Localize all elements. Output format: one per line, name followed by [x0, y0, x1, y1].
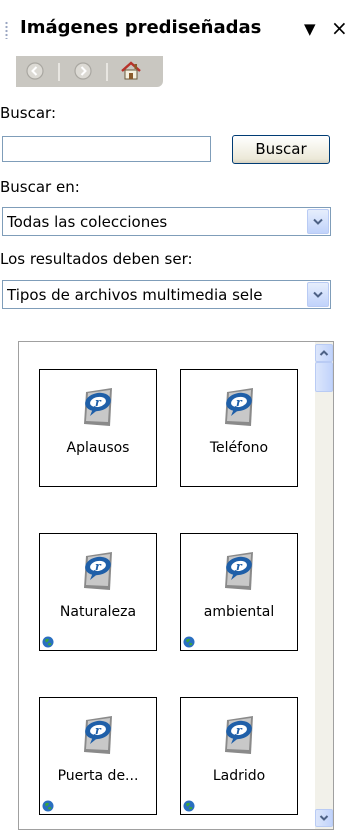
- result-item-telefono[interactable]: r Teléfono: [180, 369, 298, 487]
- home-button[interactable]: [120, 60, 142, 82]
- back-arrow-icon: [26, 62, 44, 80]
- result-item-ladrido[interactable]: r Ladrido: [180, 697, 298, 815]
- results-scrollbar[interactable]: [315, 342, 333, 829]
- results-type-dropdown[interactable]: Tipos de archivos multimedia sele: [2, 280, 331, 309]
- search-in-selected: Todas las colecciones: [7, 213, 168, 231]
- result-item-label: Naturaleza: [59, 604, 137, 620]
- results-type-dropdown-button[interactable]: [307, 282, 329, 307]
- realmedia-clip-icon: r: [225, 716, 253, 754]
- back-button[interactable]: [24, 60, 46, 82]
- forward-arrow-icon: [74, 62, 92, 80]
- results-type-label: Los resultados deben ser:: [0, 250, 193, 268]
- globe-icon: [183, 636, 195, 648]
- scroll-thumb[interactable]: [315, 362, 333, 392]
- globe-icon: [183, 800, 195, 812]
- search-input[interactable]: [2, 136, 211, 162]
- result-item-puerta[interactable]: r Puerta de...: [39, 697, 157, 815]
- forward-button[interactable]: [72, 60, 94, 82]
- globe-icon: [42, 636, 54, 648]
- scroll-up-button[interactable]: [315, 344, 333, 362]
- toolbar-separator: [58, 63, 60, 81]
- chevron-up-icon: [319, 350, 329, 356]
- chevron-down-icon: [313, 291, 323, 298]
- globe-icon: [42, 800, 54, 812]
- realmedia-clip-icon: r: [225, 388, 253, 426]
- realmedia-clip-icon: r: [84, 716, 112, 754]
- pane-menu-dropdown-icon[interactable]: ▼: [304, 20, 316, 38]
- search-in-dropdown[interactable]: Todas las colecciones: [2, 207, 331, 236]
- search-in-label: Buscar en:: [0, 178, 80, 196]
- result-item-label: ambiental: [203, 604, 275, 620]
- navigation-toolbar: [16, 56, 163, 87]
- search-in-dropdown-button[interactable]: [307, 209, 329, 234]
- scroll-down-button[interactable]: [315, 809, 333, 827]
- chevron-down-icon: [319, 815, 329, 821]
- results-type-selected: Tipos de archivos multimedia sele: [7, 286, 263, 304]
- results-area: r Aplausos r Teléfono r Naturaleza r amb…: [18, 341, 334, 830]
- result-item-label: Ladrido: [212, 768, 266, 784]
- close-pane-icon[interactable]: ×: [331, 16, 348, 40]
- toolbar-separator: [106, 63, 108, 81]
- realmedia-clip-icon: r: [84, 388, 112, 426]
- grip-handle-icon[interactable]: [5, 21, 8, 39]
- realmedia-clip-icon: r: [225, 552, 253, 590]
- home-icon: [121, 61, 141, 80]
- task-pane-header: Imágenes prediseñadas ▼ ×: [0, 0, 353, 56]
- pane-title: Imágenes prediseñadas: [20, 17, 262, 38]
- realmedia-clip-icon: r: [84, 552, 112, 590]
- clip-art-task-pane: Imágenes prediseñadas ▼ × Buscar: Buscar…: [0, 0, 353, 835]
- search-button[interactable]: Buscar: [232, 135, 330, 164]
- result-item-ambiental[interactable]: r ambiental: [180, 533, 298, 651]
- result-item-label: Aplausos: [66, 440, 130, 456]
- result-item-label: Puerta de...: [57, 768, 139, 784]
- result-item-label: Teléfono: [209, 440, 269, 456]
- search-label: Buscar:: [0, 104, 57, 122]
- result-item-naturaleza[interactable]: r Naturaleza: [39, 533, 157, 651]
- result-item-aplausos[interactable]: r Aplausos: [39, 369, 157, 487]
- chevron-down-icon: [313, 218, 323, 225]
